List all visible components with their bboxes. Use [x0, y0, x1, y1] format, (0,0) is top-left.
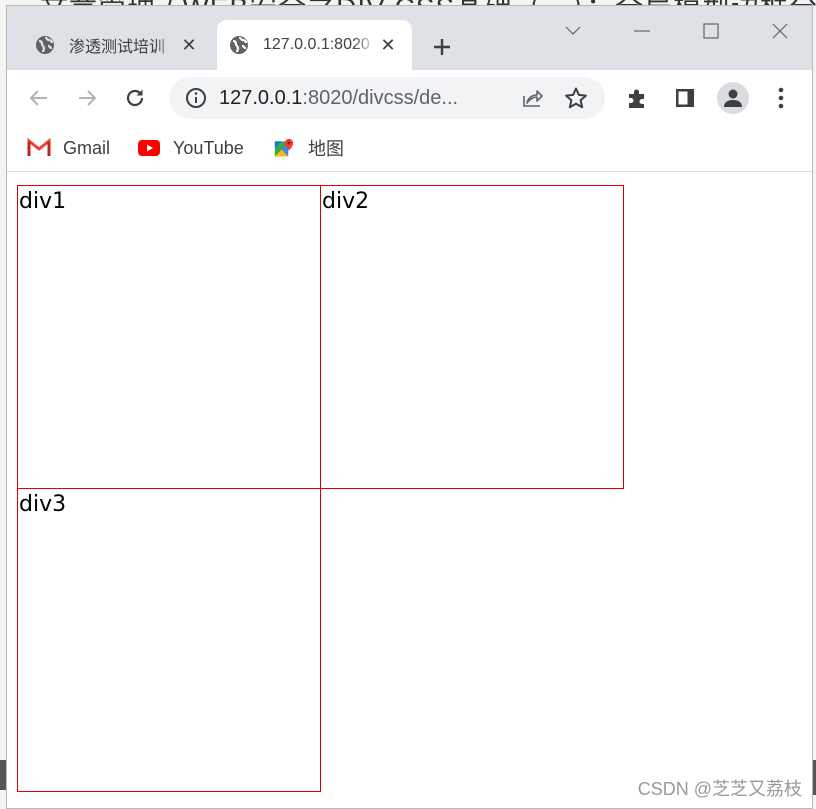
gmail-icon — [27, 138, 51, 156]
bookmark-maps[interactable]: 地图 — [272, 134, 344, 162]
minimize-icon — [634, 30, 650, 32]
bookmark-gmail[interactable]: Gmail — [27, 134, 110, 162]
tab-localhost[interactable]: 127.0.0.1:8020 ✕ — [217, 20, 412, 70]
tab-title: 渗透测试培训 — [69, 39, 166, 56]
maps-icon — [274, 138, 294, 157]
arrow-right-icon — [79, 90, 97, 106]
globe-icon — [230, 36, 248, 54]
close-icon — [772, 23, 788, 39]
star-icon — [565, 87, 587, 109]
bookmarks-bar: Gmail YouTube 地图 — [7, 126, 812, 172]
minimize-button[interactable] — [627, 16, 657, 46]
toolbar: 127.0.0.1:8020/divcss/de... — [7, 70, 812, 126]
more-vertical-icon — [778, 87, 784, 109]
close-window-button[interactable] — [765, 16, 795, 46]
tab-strip: 渗透测试培训 ✕ 127.0.0.1:8020 ✕ — [7, 6, 812, 70]
share-button[interactable] — [517, 83, 547, 113]
side-panel-icon — [676, 89, 694, 107]
page-content: div1 div2 div3 — [7, 173, 812, 808]
bookmark-label: 地图 — [308, 139, 344, 159]
profile-avatar-button[interactable] — [717, 82, 749, 114]
browser-window: 渗透测试培训 ✕ 127.0.0.1:8020 ✕ 127.0.0.1:8020… — [6, 5, 813, 809]
bookmark-star-button[interactable] — [561, 83, 591, 113]
bookmark-label: Gmail — [63, 137, 111, 158]
youtube-icon — [138, 140, 160, 156]
chevron-down-icon — [565, 26, 581, 35]
url-path: :8020/divcss/de... — [302, 86, 459, 109]
bookmark-youtube[interactable]: YouTube — [137, 134, 244, 162]
menu-button[interactable] — [765, 82, 797, 114]
info-icon[interactable] — [185, 87, 207, 109]
person-icon — [724, 89, 742, 107]
div2-box: div2 — [320, 185, 624, 489]
url-text[interactable]: 127.0.0.1:8020/divcss/de... — [219, 87, 517, 110]
side-panel-button[interactable] — [669, 82, 701, 114]
back-button[interactable] — [23, 82, 55, 114]
div3-label: div3 — [19, 492, 67, 517]
maximize-icon — [703, 23, 719, 39]
plus-icon — [434, 39, 450, 55]
address-bar[interactable]: 127.0.0.1:8020/divcss/de... — [169, 77, 605, 119]
tab-pentest-training[interactable]: 渗透测试培训 ✕ — [23, 20, 213, 70]
new-tab-button[interactable] — [427, 32, 457, 62]
bookmark-label: YouTube — [173, 137, 244, 158]
arrow-left-icon — [29, 90, 47, 106]
extensions-button[interactable] — [621, 82, 653, 114]
share-icon — [523, 90, 543, 107]
maximize-button[interactable] — [696, 16, 726, 46]
url-host: 127.0.0.1 — [219, 86, 303, 109]
tab-close-button[interactable]: ✕ — [177, 33, 201, 57]
div1-box: div1 — [17, 185, 321, 489]
tab-title: 127.0.0.1:8020 — [263, 36, 370, 53]
reload-button[interactable] — [119, 82, 151, 114]
div3-box: div3 — [17, 488, 321, 792]
div1-label: div1 — [19, 189, 67, 214]
reload-icon — [126, 89, 144, 107]
csdn-watermark: CSDN @芝芝又荔枝 — [637, 779, 802, 799]
globe-icon — [36, 36, 54, 54]
forward-button[interactable] — [71, 82, 103, 114]
puzzle-icon — [629, 89, 644, 108]
div2-label: div2 — [322, 189, 370, 214]
tab-search-button[interactable] — [558, 16, 588, 46]
tab-close-button[interactable]: ✕ — [376, 33, 400, 57]
